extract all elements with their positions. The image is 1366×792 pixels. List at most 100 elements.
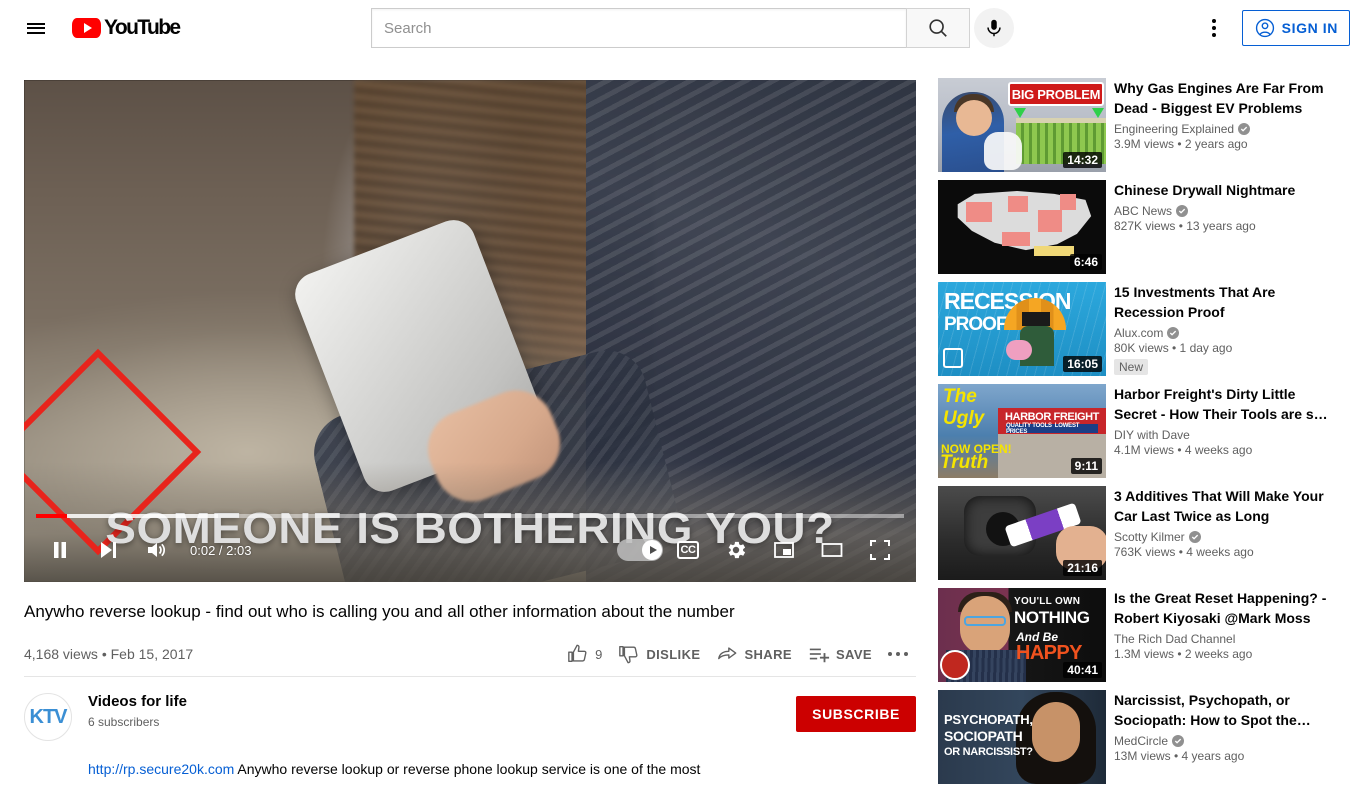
player-controls-right: CC xyxy=(616,526,916,574)
fullscreen-button[interactable] xyxy=(856,526,904,574)
voice-search-button[interactable] xyxy=(974,8,1014,48)
video-channel: Engineering Explained xyxy=(1114,122,1340,136)
list-item[interactable]: BIG PROBLEM 14:32 Why Gas Engines Are Fa… xyxy=(938,78,1348,172)
next-video-button[interactable] xyxy=(84,526,132,574)
video-thumbnail[interactable]: RECESSION PROOF 16:05 xyxy=(938,282,1106,376)
video-stats: 80K views • 1 day ago xyxy=(1114,341,1233,355)
hamburger-bar xyxy=(27,22,45,25)
view-count-value: 4,168 views xyxy=(24,646,98,662)
dislike-label: DISLIKE xyxy=(646,646,701,662)
channel-text: Videos for life 6 subscribers xyxy=(88,693,187,729)
masthead-left: YouTube xyxy=(0,8,181,48)
video-stats: 3.9M views • 2 years ago xyxy=(1114,137,1248,151)
time-display: 0:02 / 2:03 xyxy=(190,542,252,558)
list-item[interactable]: 21:16 3 Additives That Will Make Your Ca… xyxy=(938,486,1348,580)
search-icon xyxy=(929,19,947,37)
closed-captions-icon: CC xyxy=(676,541,700,559)
video-thumbnail[interactable]: 21:16 xyxy=(938,486,1106,580)
save-label: SAVE xyxy=(835,646,872,662)
more-actions-button[interactable] xyxy=(880,634,916,674)
video-thumbnail[interactable]: YOU'LL OWN NOTHING And Be HAPPY 40:41 xyxy=(938,588,1106,682)
thumbnail-text: BIG PROBLEM xyxy=(1008,82,1104,106)
video-duration: 9:11 xyxy=(1070,458,1102,474)
list-item[interactable]: YOU'LL OWN NOTHING And Be HAPPY 40:41 Is… xyxy=(938,588,1348,682)
player-control-row: 0:02 / 2:03 CC xyxy=(24,526,916,574)
video-stats: 827K views • 13 years ago xyxy=(1114,219,1256,233)
primary-column: SOMEONE IS BOTHERING YOU? 0:02 / 2:03 CC… xyxy=(24,80,916,779)
channel-name: The Rich Dad Channel xyxy=(1114,632,1236,646)
description-text: Anywho reverse lookup or reverse phone l… xyxy=(234,761,701,777)
theater-mode-button[interactable] xyxy=(808,526,856,574)
video-thumbnail[interactable]: PSYCHOPATH, SOCIOPATH OR NARCISSIST? xyxy=(938,690,1106,784)
video-channel: MedCircle xyxy=(1114,734,1340,748)
video-info: Chinese Drywall Nightmare ABC News 827K … xyxy=(1106,180,1340,274)
publish-date: Feb 15, 2017 xyxy=(110,646,194,662)
search-input[interactable] xyxy=(384,9,906,47)
channel-name[interactable]: Videos for life xyxy=(88,693,187,711)
video-title: 15 Investments That Are Recession Proof xyxy=(1114,284,1276,320)
video-title: Harbor Freight's Dirty Little Secret - H… xyxy=(1114,386,1328,422)
list-item[interactable]: RECESSION PROOF 16:05 15 Investments Tha… xyxy=(938,282,1348,376)
progress-bar[interactable] xyxy=(36,514,904,518)
player-settings-button[interactable] xyxy=(712,526,760,574)
masthead-right: SIGN IN xyxy=(1194,0,1350,56)
video-thumbnail[interactable]: HARBOR FREIGHT QUALITY TOOLS LOWEST PRIC… xyxy=(938,384,1106,478)
video-title: Narcissist, Psychopath, or Sociopath: Ho… xyxy=(1114,692,1311,728)
video-title: Chinese Drywall Nightmare xyxy=(1114,182,1296,198)
sign-in-button[interactable]: SIGN IN xyxy=(1241,10,1350,46)
mute-button[interactable] xyxy=(132,526,180,574)
verified-badge-icon xyxy=(1172,735,1185,747)
video-player[interactable]: SOMEONE IS BOTHERING YOU? 0:02 / 2:03 CC xyxy=(24,80,916,582)
hamburger-bar xyxy=(27,27,45,29)
list-item[interactable]: PSYCHOPATH, SOCIOPATH OR NARCISSIST? Nar… xyxy=(938,690,1348,784)
autoplay-knob xyxy=(642,540,662,560)
fullscreen-icon xyxy=(870,540,890,560)
description-link[interactable]: http://rp.secure20k.com xyxy=(88,761,234,777)
save-button[interactable]: SAVE xyxy=(800,634,880,674)
thumbs-up-icon xyxy=(568,644,587,663)
list-item[interactable]: 6:46 Chinese Drywall Nightmare ABC News … xyxy=(938,180,1348,274)
account-circle-icon xyxy=(1255,18,1274,38)
video-thumbnail[interactable]: BIG PROBLEM 14:32 xyxy=(938,78,1106,172)
settings-kebab-icon[interactable] xyxy=(1194,8,1234,48)
miniplayer-button[interactable] xyxy=(760,526,808,574)
channel-name: Engineering Explained xyxy=(1114,122,1235,136)
video-stats: 4.1M views • 4 weeks ago xyxy=(1114,443,1253,457)
pause-button[interactable] xyxy=(36,526,84,574)
verified-badge-icon xyxy=(1176,205,1189,217)
hamburger-bar xyxy=(27,31,45,34)
video-info: Why Gas Engines Are Far From Dead - Bigg… xyxy=(1106,78,1340,172)
video-duration: 6:46 xyxy=(1069,254,1102,270)
dislike-button[interactable]: DISLIKE xyxy=(610,634,708,674)
verified-badge-icon xyxy=(1238,123,1251,135)
video-stats: 763K views • 4 weeks ago xyxy=(1114,545,1254,559)
related-videos-list: BIG PROBLEM 14:32 Why Gas Engines Are Fa… xyxy=(938,78,1348,792)
channel-name: ABC News xyxy=(1114,204,1173,218)
video-title: Why Gas Engines Are Far From Dead - Bigg… xyxy=(1114,80,1324,116)
masthead: YouTube Search SIGN IN xyxy=(0,0,1366,56)
subscribe-button[interactable]: SUBSCRIBE xyxy=(796,696,916,732)
video-title: Anywho reverse lookup - find out who is … xyxy=(24,602,735,621)
like-button[interactable]: 9 xyxy=(559,634,610,674)
share-icon xyxy=(718,647,737,660)
video-thumbnail[interactable]: 6:46 xyxy=(938,180,1106,274)
autoplay-switch[interactable] xyxy=(617,539,663,561)
guide-menu-icon[interactable] xyxy=(16,8,56,48)
search-box[interactable] xyxy=(371,8,906,48)
list-item[interactable]: HARBOR FREIGHT QUALITY TOOLS LOWEST PRIC… xyxy=(938,384,1348,478)
channel-row: KTV Videos for life 6 subscribers SUBSCR… xyxy=(24,677,916,741)
new-badge: New xyxy=(1114,359,1149,375)
video-action-bar: 9 DISLIKE SHARE SAVE xyxy=(559,634,916,674)
video-duration: 21:16 xyxy=(1063,560,1102,576)
youtube-logo[interactable]: YouTube xyxy=(72,16,181,40)
player-controls: 0:02 / 2:03 CC xyxy=(24,510,916,582)
share-button[interactable]: SHARE xyxy=(708,634,800,674)
autoplay-toggle-button[interactable] xyxy=(616,526,664,574)
video-meta-row: 4,168 views • Feb 15, 2017 9 DISLIKE SHA… xyxy=(24,634,916,674)
like-count: 9 xyxy=(595,646,603,662)
search-submit-button[interactable] xyxy=(906,8,970,48)
subtitles-button[interactable]: CC xyxy=(664,526,712,574)
channel-subscriber-count: 6 subscribers xyxy=(88,715,160,729)
channel-name: Alux.com xyxy=(1114,326,1164,340)
channel-avatar[interactable]: KTV xyxy=(24,693,72,741)
